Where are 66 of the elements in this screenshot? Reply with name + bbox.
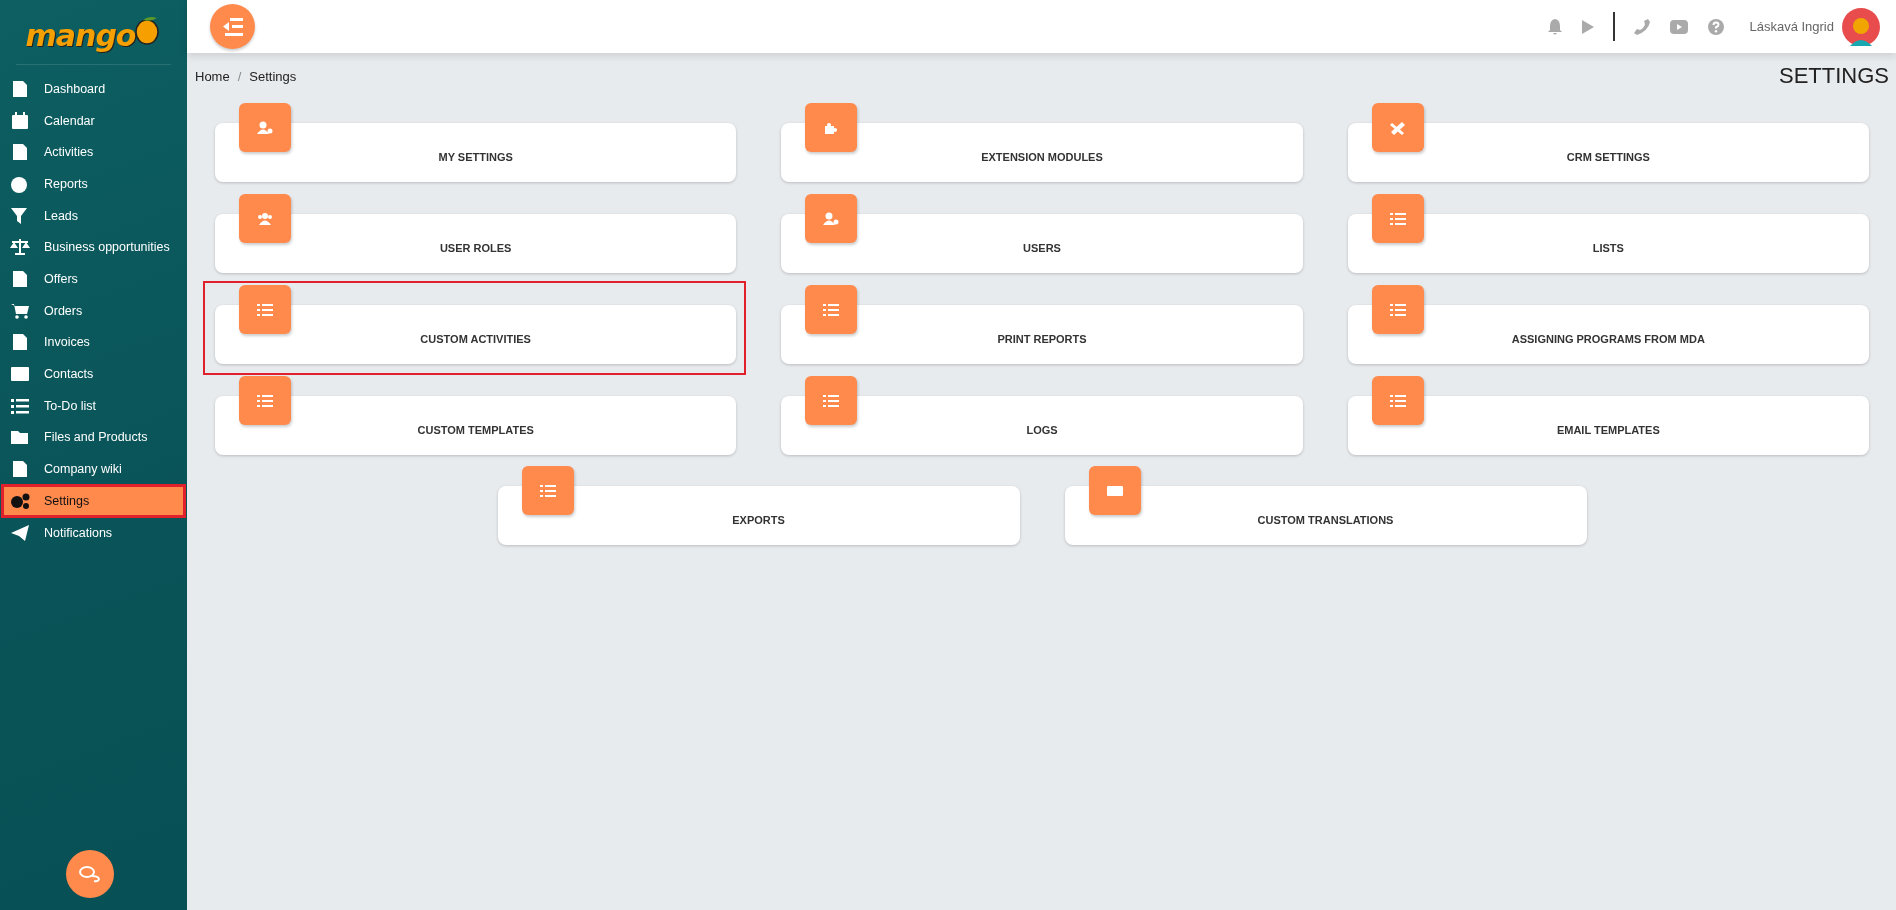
chat-icon (78, 864, 102, 884)
sidebar-item[interactable]: Business opportunities (4, 231, 183, 264)
sidebar-item[interactable]: Invoices (4, 326, 183, 359)
users-icon (239, 194, 291, 243)
list-icon (10, 396, 30, 415)
list-icon (1371, 194, 1424, 243)
help-icon[interactable] (1707, 17, 1726, 36)
sidebar-item[interactable]: Leads (4, 199, 183, 232)
sidebar-item[interactable]: Settings (4, 486, 183, 515)
list-icon (805, 285, 858, 334)
pie-icon (10, 174, 30, 193)
list-icon (521, 466, 574, 515)
calendar-icon (10, 111, 30, 130)
list-icon (1371, 376, 1424, 425)
settings-card[interactable]: LOGS (781, 396, 1303, 455)
list-icon (239, 376, 291, 425)
settings-card[interactable]: CUSTOM TRANSLATIONS (1064, 486, 1587, 545)
settings-card[interactable]: MY SETTINGS (215, 123, 737, 182)
sidebar-item[interactable]: Activities (4, 136, 183, 169)
settings-card[interactable]: ASSIGNING PROGRAMS FROM MDA (1347, 305, 1869, 364)
settings-card[interactable]: USER ROLES (215, 214, 737, 273)
folder-icon (10, 428, 30, 447)
logo-text[interactable]: mango (25, 17, 136, 53)
video-icon[interactable] (1669, 18, 1690, 35)
sidebar-item[interactable]: Orders (4, 294, 183, 327)
settings-card[interactable]: PRINT REPORTS (781, 305, 1303, 364)
settings-card[interactable]: LISTS (1347, 214, 1869, 273)
list-icon (805, 376, 858, 425)
sidebar-item[interactable]: Notifications (4, 516, 183, 549)
list-icon (239, 285, 291, 334)
list-icon (1371, 285, 1424, 334)
sidebar-item[interactable]: Dashboard (4, 73, 183, 105)
sidebar-item[interactable]: To-Do list (4, 389, 183, 422)
breadcrumb-item: Settings (249, 69, 297, 84)
sidebar-item[interactable]: Contacts (4, 358, 183, 390)
funnel-icon (10, 206, 30, 225)
settings-card[interactable]: EXPORTS (497, 486, 1020, 545)
settings-card[interactable]: EXTENSION MODULES (781, 123, 1303, 182)
bell-icon[interactable] (1547, 17, 1564, 36)
settings-card[interactable]: USERS (781, 214, 1303, 273)
page-title: SETTINGS (1779, 63, 1889, 89)
settings-card[interactable]: EMAIL TEMPLATES (1347, 396, 1869, 455)
sidebar-item[interactable]: Calendar (4, 104, 183, 137)
menu-button[interactable] (210, 4, 255, 49)
user-name[interactable]: Láskavá Ingrid (1749, 19, 1834, 34)
document-icon (10, 269, 30, 288)
settings-card[interactable]: CRM SETTINGS (1347, 123, 1869, 182)
sidebar-item[interactable]: Reports (4, 168, 183, 200)
sidebar-item[interactable]: Files and Products (4, 421, 183, 454)
avatar-icon[interactable] (1842, 7, 1880, 46)
breadcrumb-item[interactable]: Home (195, 69, 230, 84)
menu-icon (221, 16, 244, 37)
user-gear-icon (239, 103, 291, 152)
cart-icon (10, 301, 30, 320)
sidebar-item[interactable]: Offers (4, 263, 183, 295)
tools-icon (1371, 103, 1424, 152)
sidebar-item[interactable]: Company wiki (4, 453, 183, 485)
play-icon[interactable] (1581, 18, 1596, 35)
phone-icon[interactable] (1633, 17, 1652, 36)
scale-icon (10, 238, 30, 257)
settings-card[interactable]: CUSTOM ACTIVITIES (215, 305, 737, 364)
chat-button[interactable] (66, 850, 114, 898)
plane-icon (10, 523, 30, 542)
settings-card[interactable]: CUSTOM TEMPLATES (215, 396, 737, 455)
breadcrumb-separator: / (237, 69, 242, 84)
user-icon (805, 194, 858, 243)
